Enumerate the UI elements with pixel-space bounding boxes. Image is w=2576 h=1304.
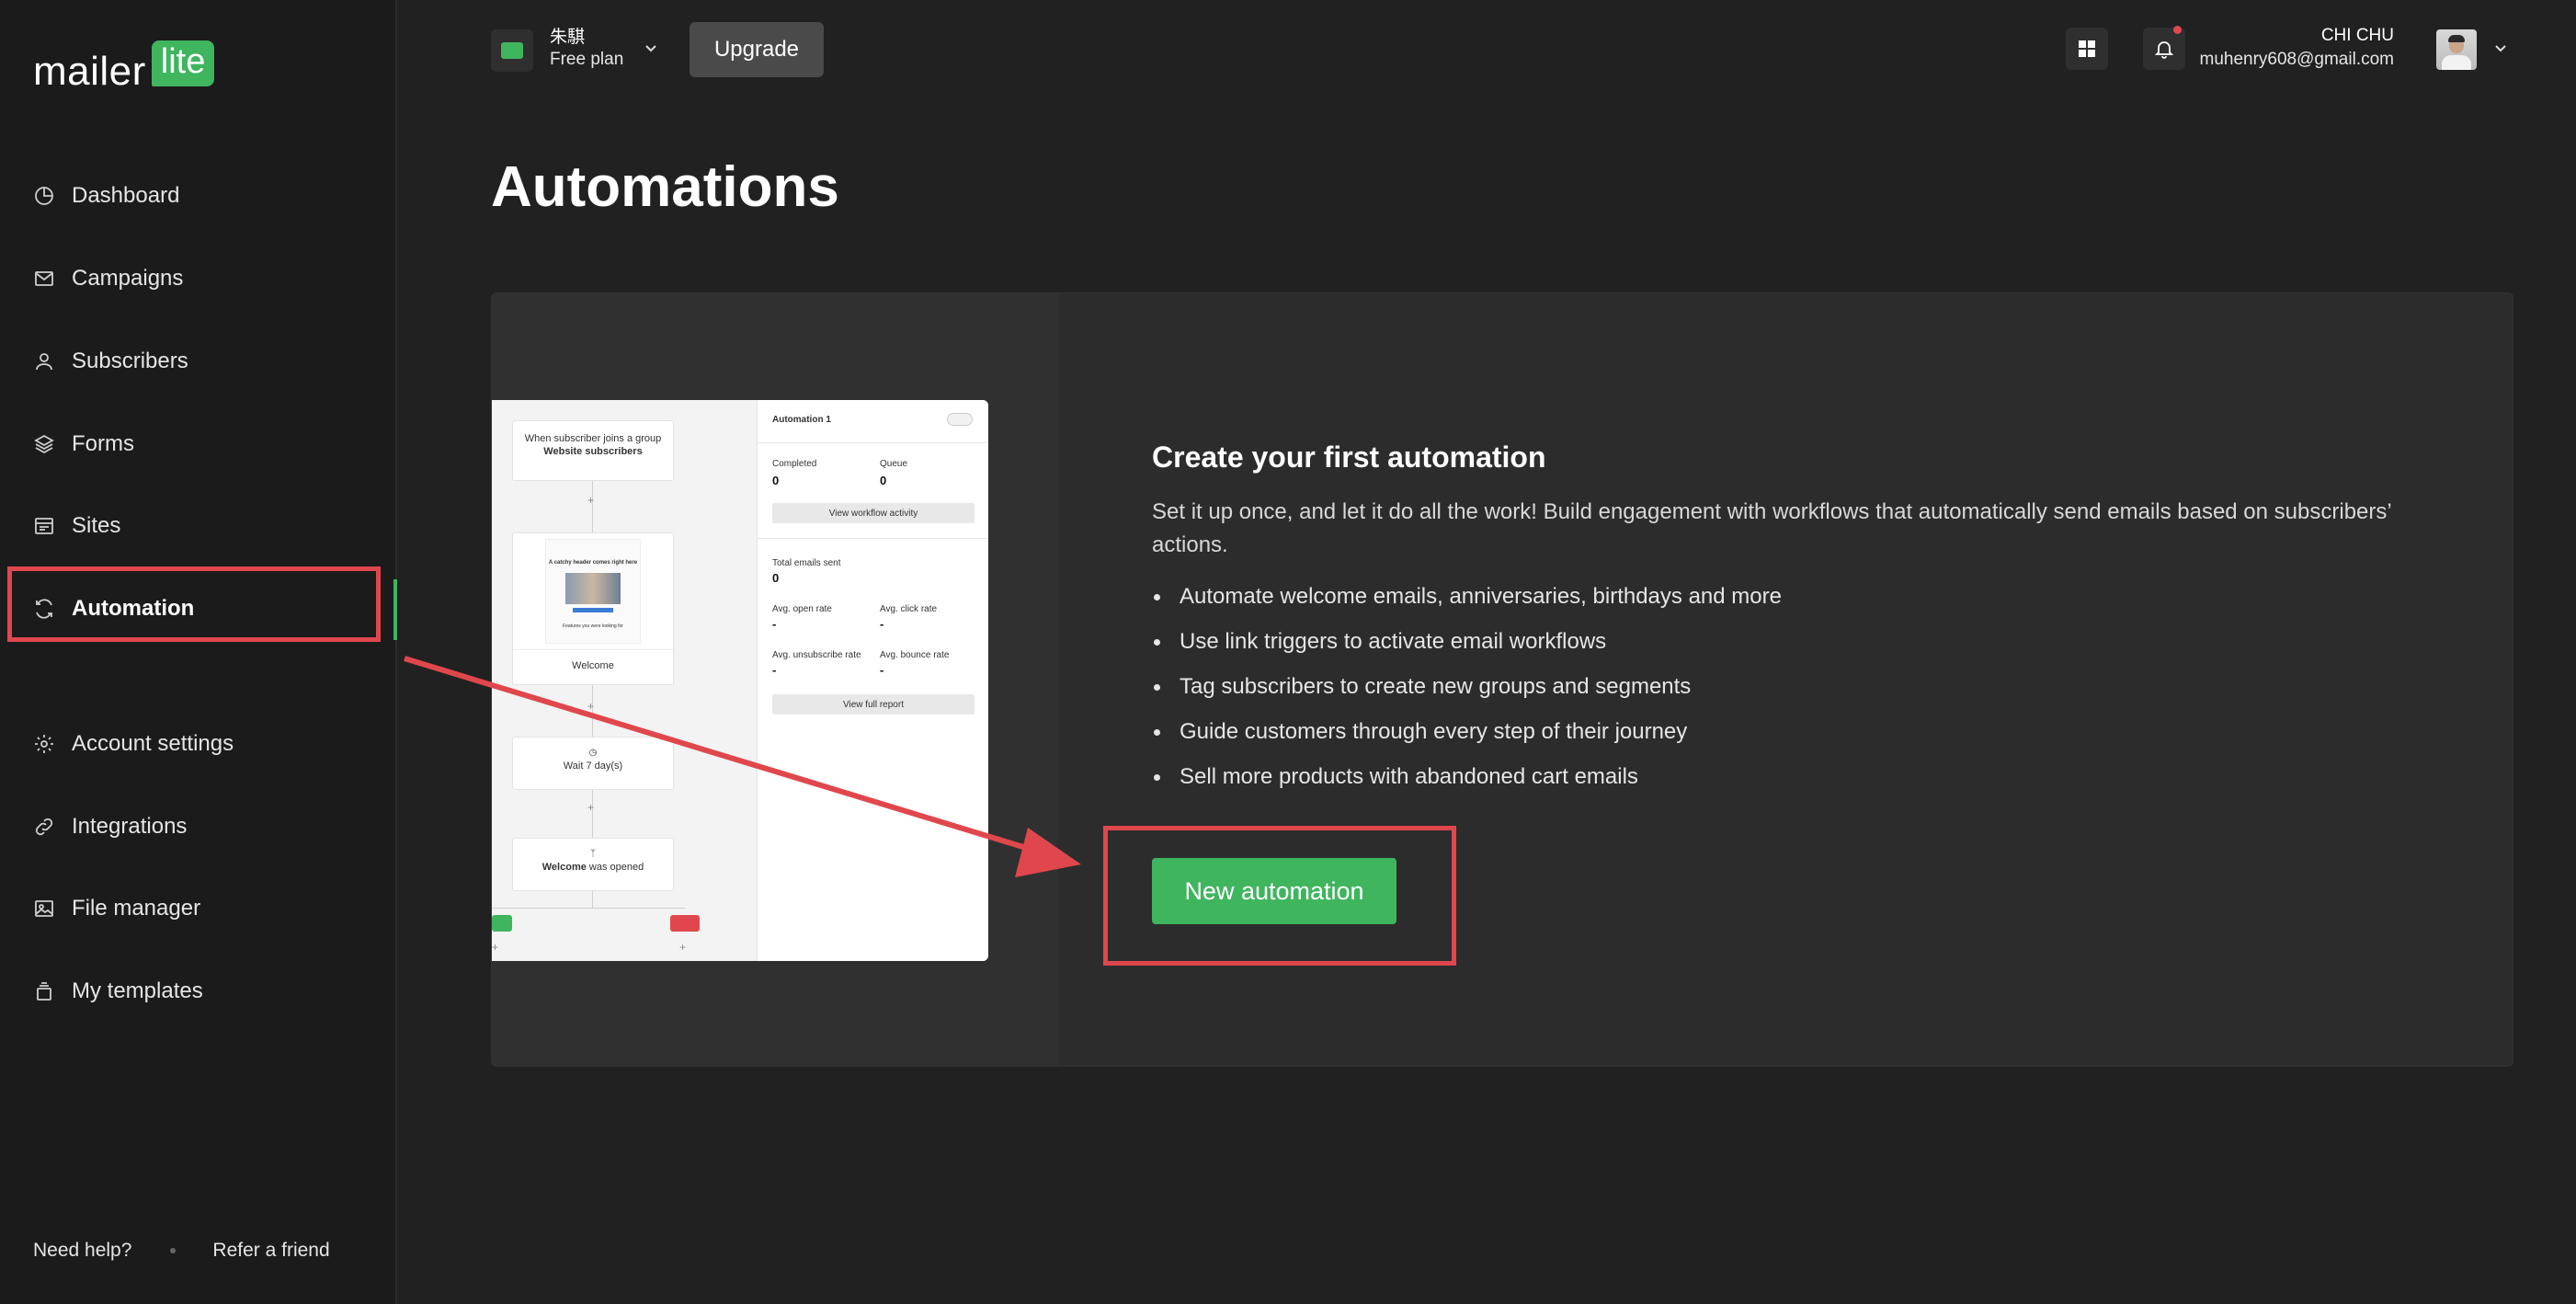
automation-highlight-box xyxy=(7,566,381,642)
view-activity-button: View workflow activity xyxy=(772,503,975,523)
workspace-plan: Free plan xyxy=(550,50,624,69)
total-sent-value: 0 xyxy=(772,571,780,585)
logo-text: mailer xyxy=(33,49,146,94)
separator-dot xyxy=(170,1248,177,1253)
bounce-rate-label: Avg. bounce rate xyxy=(880,650,950,660)
sidebar-item-label: Sites xyxy=(72,513,121,538)
email-node-label: Welcome xyxy=(513,649,673,672)
sidebar-item-forms[interactable]: Forms xyxy=(33,424,134,464)
need-help-link[interactable]: Need help? xyxy=(33,1240,131,1262)
automation-preview-image: When subscriber joins a group Website su… xyxy=(492,400,988,961)
queue-value: 0 xyxy=(880,474,887,487)
email-footer-text: Features you were looking for xyxy=(563,623,623,629)
gear-icon xyxy=(35,735,53,753)
feature-list: Automate welcome emails, anniversaries, … xyxy=(1152,582,1782,807)
click-rate-label: Avg. click rate xyxy=(880,604,938,614)
layers-icon xyxy=(34,434,54,454)
logo-badge: lite xyxy=(151,40,215,86)
chevron-down-icon[interactable] xyxy=(2493,40,2508,55)
active-indicator xyxy=(393,579,397,640)
user-icon xyxy=(36,353,52,371)
unsubscribe-rate-value: - xyxy=(772,663,777,677)
sidebar-item-label: Dashboard xyxy=(72,183,180,208)
unsubscribe-rate-label: Avg. unsubscribe rate xyxy=(772,650,861,660)
condition-node: ᛉ Welcome was opened xyxy=(512,838,674,891)
trigger-text: When subscriber joins a group xyxy=(524,433,662,444)
grid-icon xyxy=(2079,40,2095,57)
sidebar-item-label: Integrations xyxy=(72,814,188,839)
open-rate-value: - xyxy=(772,617,777,631)
list-item: Automate welcome emails, anniversaries, … xyxy=(1152,582,1782,627)
sidebar-item-file-manager[interactable]: File manager xyxy=(33,888,200,929)
sidebar-item-dashboard[interactable]: Dashboard xyxy=(33,176,179,216)
sites-icon xyxy=(35,518,53,534)
wait-node: ◷ Wait 7 day(s) xyxy=(512,737,674,790)
new-automation-highlight-box xyxy=(1103,826,1456,966)
mail-icon xyxy=(35,271,53,286)
completed-label: Completed xyxy=(772,459,817,469)
sidebar: mailer lite Dashboard Campaigns Subscrib… xyxy=(0,0,397,1304)
email-node: A catchy header comes right here Feature… xyxy=(512,532,674,685)
sidebar-item-label: My templates xyxy=(72,978,203,1003)
automation-stats-panel: Automation 1 Completed 0 Queue 0 View wo… xyxy=(757,400,988,961)
avatar[interactable] xyxy=(2436,29,2477,70)
workspace-icon[interactable] xyxy=(491,29,533,72)
sidebar-item-label: Forms xyxy=(72,431,134,456)
apps-grid-button[interactable] xyxy=(2066,28,2108,70)
click-rate-value: - xyxy=(880,617,884,631)
open-rate-label: Avg. open rate xyxy=(772,604,832,614)
sidebar-item-label: Subscribers xyxy=(72,349,188,373)
sidebar-item-account-settings[interactable]: Account settings xyxy=(33,724,234,764)
sidebar-item-label: File manager xyxy=(72,896,201,921)
sidebar-item-sites[interactable]: Sites xyxy=(33,506,120,546)
email-headline: A catchy header comes right here xyxy=(548,560,638,566)
link-icon xyxy=(35,818,53,836)
card-title: Create your first automation xyxy=(1152,440,1546,474)
view-report-button: View full report xyxy=(772,694,975,715)
card-illustration-panel: When subscriber joins a group Website su… xyxy=(492,293,1058,1066)
total-sent-label: Total emails sent xyxy=(772,558,841,568)
trigger-node: When subscriber joins a group Website su… xyxy=(512,420,674,481)
sidebar-item-label: Campaigns xyxy=(72,266,184,291)
queue-label: Queue xyxy=(880,459,908,469)
yes-branch-icon xyxy=(492,915,512,932)
empty-state-card: When subscriber joins a group Website su… xyxy=(491,292,2513,1067)
no-branch-icon xyxy=(670,915,700,932)
page-title: Automations xyxy=(491,155,839,219)
sidebar-item-label: Account settings xyxy=(72,731,234,756)
list-item: Tag subscribers to create new groups and… xyxy=(1152,672,1782,717)
trigger-group: Website subscribers xyxy=(543,446,643,457)
sidebar-item-integrations[interactable]: Integrations xyxy=(33,806,187,847)
sidebar-footer: Need help? Refer a friend xyxy=(33,1240,330,1262)
upgrade-button[interactable]: Upgrade xyxy=(690,22,824,77)
condition-email: Welcome xyxy=(541,862,587,873)
automation-toggle xyxy=(947,413,973,426)
user-name: CHI CHU xyxy=(2320,26,2394,45)
dashboard-icon xyxy=(35,187,53,205)
notifications-button[interactable] xyxy=(2143,26,2185,70)
notification-badge xyxy=(2173,26,2182,34)
sidebar-item-campaigns[interactable]: Campaigns xyxy=(33,258,183,299)
mailerlite-logo[interactable]: mailer lite xyxy=(33,40,215,94)
template-icon xyxy=(37,982,51,1001)
sidebar-item-subscribers[interactable]: Subscribers xyxy=(33,341,188,382)
completed-value: 0 xyxy=(772,474,780,487)
list-item: Guide customers through every step of th… xyxy=(1152,717,1782,762)
list-item: Use link triggers to activate email work… xyxy=(1152,627,1782,672)
card-description: Set it up once, and let it do all the wo… xyxy=(1152,499,2391,557)
wait-label: Wait 7 day(s) xyxy=(563,761,623,772)
automation-title: Automation 1 xyxy=(772,415,831,425)
image-icon xyxy=(35,900,53,917)
list-item: Sell more products with abandoned cart e… xyxy=(1152,762,1782,807)
user-email: muhenry608@gmail.com xyxy=(2199,50,2395,69)
workflow-canvas: When subscriber joins a group Website su… xyxy=(492,400,757,961)
sidebar-item-my-templates[interactable]: My templates xyxy=(33,971,203,1012)
bell-icon xyxy=(2154,41,2174,59)
workspace-name[interactable]: 朱騏 xyxy=(550,26,585,50)
condition-text: was opened xyxy=(588,862,644,873)
bounce-rate-value: - xyxy=(880,663,884,677)
refer-friend-link[interactable]: Refer a friend xyxy=(212,1240,329,1262)
chevron-down-icon[interactable] xyxy=(644,40,658,55)
